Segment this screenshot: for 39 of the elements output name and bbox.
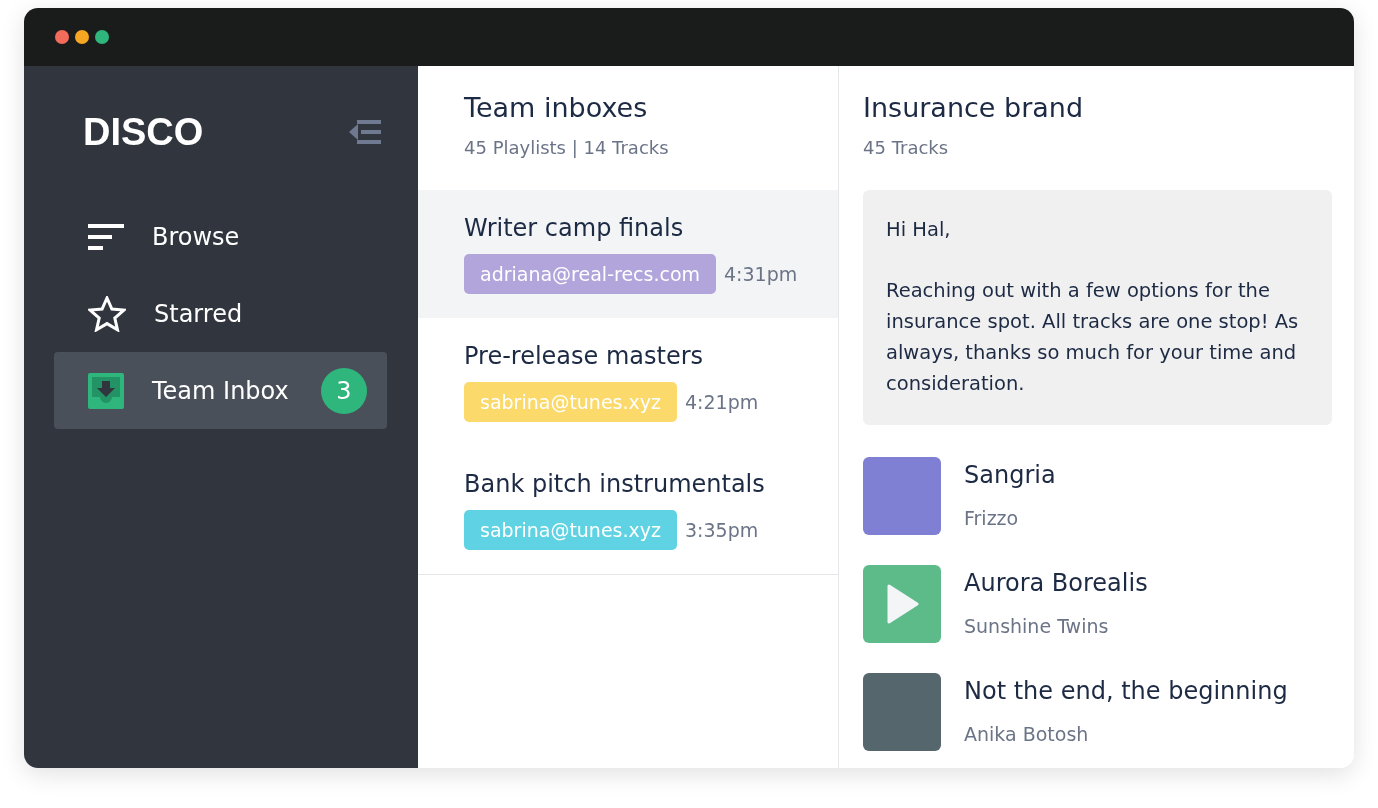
photo-placeholder[interactable]: [863, 565, 941, 643]
playlist-title: Pre-release masters: [464, 342, 705, 370]
track-title: Aurora Borealis: [964, 569, 1148, 597]
nav-item[interactable]: Browse: [54, 198, 387, 275]
collapse-icon[interactable]: [349, 120, 381, 144]
track-artist: Sunshine Twins: [964, 615, 1110, 637]
star-icon: [88, 295, 126, 332]
track-artist: Anika Botosh: [964, 723, 1090, 745]
playlist-item[interactable]: Writer camp finals adriana@real-recs.com 4:31pm: [418, 190, 838, 318]
nav-label: Team Inbox: [152, 376, 290, 405]
window-control-dot[interactable]: [95, 30, 109, 44]
time: 4:31pm: [724, 263, 798, 285]
playlist-title: Writer camp finals: [464, 214, 685, 242]
column-title: Team inboxes: [464, 92, 649, 123]
inbox-icon: [88, 372, 124, 409]
track-artist: Frizzo: [964, 507, 1020, 529]
window-control-dot[interactable]: [75, 30, 89, 44]
message-text: Hi Hal,: [886, 217, 952, 243]
play-icon[interactable]: [885, 584, 919, 624]
nav-item[interactable]: Team Inbox 3: [54, 352, 387, 429]
window-control-dot[interactable]: [55, 30, 69, 44]
track-title: Sangria: [964, 461, 1056, 489]
nav-item[interactable]: Starred: [54, 275, 387, 352]
time: 3:35pm: [685, 519, 759, 541]
sender-tag: adriana@real-recs.com: [464, 254, 717, 294]
playlist-title: Bank pitch instrumentals: [464, 470, 766, 498]
detail-subtitle: 45 Tracks: [863, 137, 950, 158]
message-text: Reaching out with a few options for the insurance spot. All tracks are one stop! As always, thanks so much for your time and consideration.: [886, 278, 1300, 397]
nav-label: Browse: [152, 222, 241, 251]
detail-title: Insurance brand: [863, 92, 1085, 123]
sender-tag: sabrina@tunes.xyz: [464, 382, 677, 422]
track-title: Not the end, the beginning: [964, 677, 1288, 705]
sender-tag: sabrina@tunes.xyz: [464, 510, 677, 550]
count-badge: 3: [321, 367, 367, 414]
lines-icon: [88, 223, 124, 250]
nav-label: Starred: [154, 299, 244, 328]
column-subtitle: 45 Playlists | 14 Tracks: [464, 137, 670, 158]
logo: DISCO: [83, 110, 204, 154]
time: 4:21pm: [685, 391, 759, 413]
